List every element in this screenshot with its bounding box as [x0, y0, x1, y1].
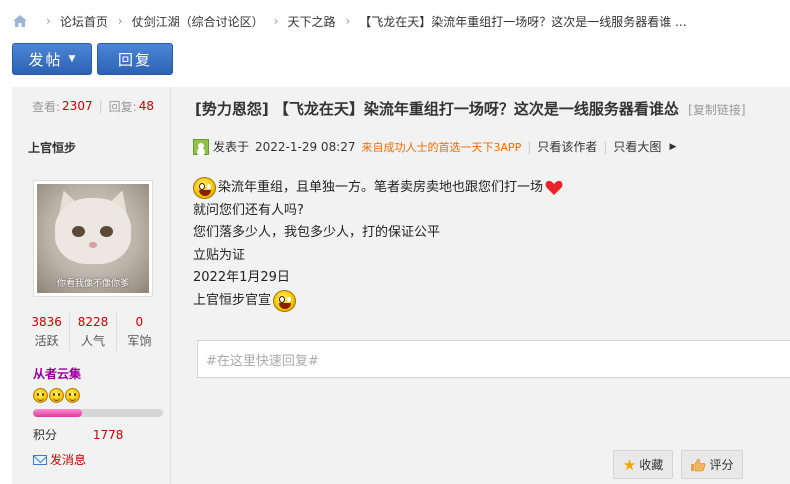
level-progress-fill: [33, 409, 83, 417]
level-face-icon: [65, 388, 80, 403]
stat-value: 3836: [31, 315, 62, 329]
author-name[interactable]: 上官恒步: [28, 139, 76, 156]
reply-button[interactable]: 回复: [97, 43, 173, 75]
post-line: 上官恒步官宣: [193, 289, 563, 313]
post-body: 染流年重组，且单独一方。笔者卖房卖地也跟您们打一场 就问您们还有人吗? 您们落多…: [193, 177, 563, 312]
post-panel: [势力恩怨] 【飞龙在天】染流年重组打一场呀？这次是一线服务器看谁怂 [复制链接…: [171, 87, 790, 484]
post-title-text: [势力恩怨] 【飞龙在天】染流年重组打一场呀？这次是一线服务器看谁怂: [195, 100, 679, 118]
post-line: 染流年重组，且单独一方。笔者卖房卖地也跟您们打一场: [193, 177, 563, 200]
post-meta: 发表于 2022-1-29 08:27 来自成功人士的首选一天下3APP | 只…: [193, 138, 790, 155]
breadcrumb-category[interactable]: 仗剑江湖（综合讨论区）: [132, 13, 264, 30]
post-line-text: 染流年重组，且单独一方。笔者卖房卖地也跟您们打一场: [218, 180, 544, 195]
thread-stats: 查看: 2307 | 回复: 48: [12, 87, 170, 125]
user-stat-salary[interactable]: 0 军饷: [117, 313, 162, 351]
post-line-text: 2022年1月29日: [193, 270, 290, 285]
breadcrumb-separator: ›: [345, 14, 351, 28]
breadcrumb-separator: ›: [117, 14, 123, 28]
user-stats: 3836 活跃 8228 人气 0 军饷: [24, 313, 162, 351]
user-stat-activity[interactable]: 3836 活跃: [24, 313, 71, 351]
stat-label: 人气: [80, 334, 105, 348]
thumbs-up-icon: [691, 458, 706, 471]
online-status-icon: [193, 138, 209, 155]
points-row: 积分 1778: [33, 426, 123, 443]
level-progress-bar: [33, 409, 163, 417]
send-message-label: 发消息: [50, 453, 87, 467]
breadcrumb: › 论坛首页 › 仗剑江湖（综合讨论区） › 天下之路 › 【飞龙在天】染流年重…: [0, 0, 790, 42]
user-stat-popularity[interactable]: 8228 人气: [70, 313, 117, 351]
chevron-down-icon: ▼: [68, 54, 76, 64]
star-icon: ★: [622, 455, 637, 474]
level-face-icon: [33, 388, 48, 403]
quick-reply-input[interactable]: #在这里快速回复#: [197, 340, 790, 378]
stats-divider: |: [98, 99, 103, 113]
post-source-link[interactable]: 来自成功人士的首选一天下3APP: [362, 139, 522, 155]
post-line: 您们落多少人，我包多少人，打的保证公平: [193, 222, 563, 245]
posted-prefix: 发表于: [213, 140, 250, 154]
favorite-label: 收藏: [639, 458, 664, 472]
large-image-link[interactable]: 只看大图: [613, 138, 661, 155]
level-face-icon: [49, 388, 64, 403]
post-title: [势力恩怨] 【飞龙在天】染流年重组打一场呀？这次是一线服务器看谁怂 [复制链接…: [195, 98, 746, 119]
new-post-button[interactable]: 发帖 ▼: [12, 43, 92, 75]
stat-value: 8228: [77, 315, 109, 329]
rate-label: 评分: [709, 458, 734, 472]
avatar-image: 你看我像不像你爹: [37, 184, 149, 293]
play-arrow-icon[interactable]: ▶: [669, 142, 676, 152]
home-icon[interactable]: [12, 14, 28, 28]
heart-icon: [545, 181, 563, 196]
user-level-icons: [33, 388, 80, 403]
stat-value: 0: [135, 315, 144, 329]
points-value: 1778: [92, 428, 124, 442]
avatar[interactable]: 你看我像不像你爹: [33, 180, 153, 297]
user-group[interactable]: 从者云集: [33, 365, 81, 382]
quick-reply-placeholder: #在这里快速回复#: [206, 353, 319, 369]
mail-icon: [33, 454, 47, 465]
meta-divider: |: [603, 139, 608, 154]
author-panel: 查看: 2307 | 回复: 48 上官恒步 你看我像不像你爹 3836 活跃 …: [12, 87, 171, 484]
views-count: 2307: [62, 99, 93, 113]
breadcrumb-board[interactable]: 天下之路: [287, 13, 335, 30]
replies-count: 48: [138, 99, 154, 113]
breadcrumb-current-thread[interactable]: 【飞龙在天】染流年重组打一场呀？这次是一线服务器看谁 ...: [359, 13, 686, 30]
breadcrumb-forum-home[interactable]: 论坛首页: [60, 13, 108, 30]
meta-divider: |: [527, 139, 532, 154]
post-line: 立贴为证: [193, 245, 563, 268]
reply-label: 回复: [117, 50, 152, 69]
post-line-text: 您们落多少人，我包多少人，打的保证公平: [193, 225, 441, 240]
post-line: 2022年1月29日: [193, 267, 563, 290]
avatar-caption: 你看我像不像你爹: [56, 279, 129, 289]
post-line-text: 上官恒步官宣: [193, 292, 272, 308]
breadcrumb-separator: ›: [46, 14, 51, 28]
post-line-text: 立贴为证: [193, 247, 246, 263]
points-label: 积分: [33, 428, 58, 442]
favorite-button[interactable]: ★ 收藏: [613, 450, 673, 479]
views-label: 查看:: [32, 99, 61, 114]
stat-label: 活跃: [34, 334, 59, 348]
new-post-label: 发帖: [28, 50, 63, 69]
rate-button[interactable]: 评分: [681, 450, 743, 479]
posted-time: 2022-1-29 08:27: [255, 139, 356, 154]
send-message-link[interactable]: 发消息: [33, 451, 86, 468]
laugh-emoji-icon: [193, 177, 216, 200]
breadcrumb-separator: ›: [273, 14, 279, 28]
copy-link[interactable]: [复制链接]: [688, 103, 745, 117]
author-only-link[interactable]: 只看该作者: [537, 138, 597, 155]
post-line-text: 就问您们还有人吗?: [193, 202, 304, 218]
stat-label: 军饷: [127, 334, 152, 348]
replies-label: 回复:: [108, 99, 137, 114]
post-line: 就问您们还有人吗?: [193, 200, 563, 223]
laugh-emoji-icon: [273, 289, 297, 312]
